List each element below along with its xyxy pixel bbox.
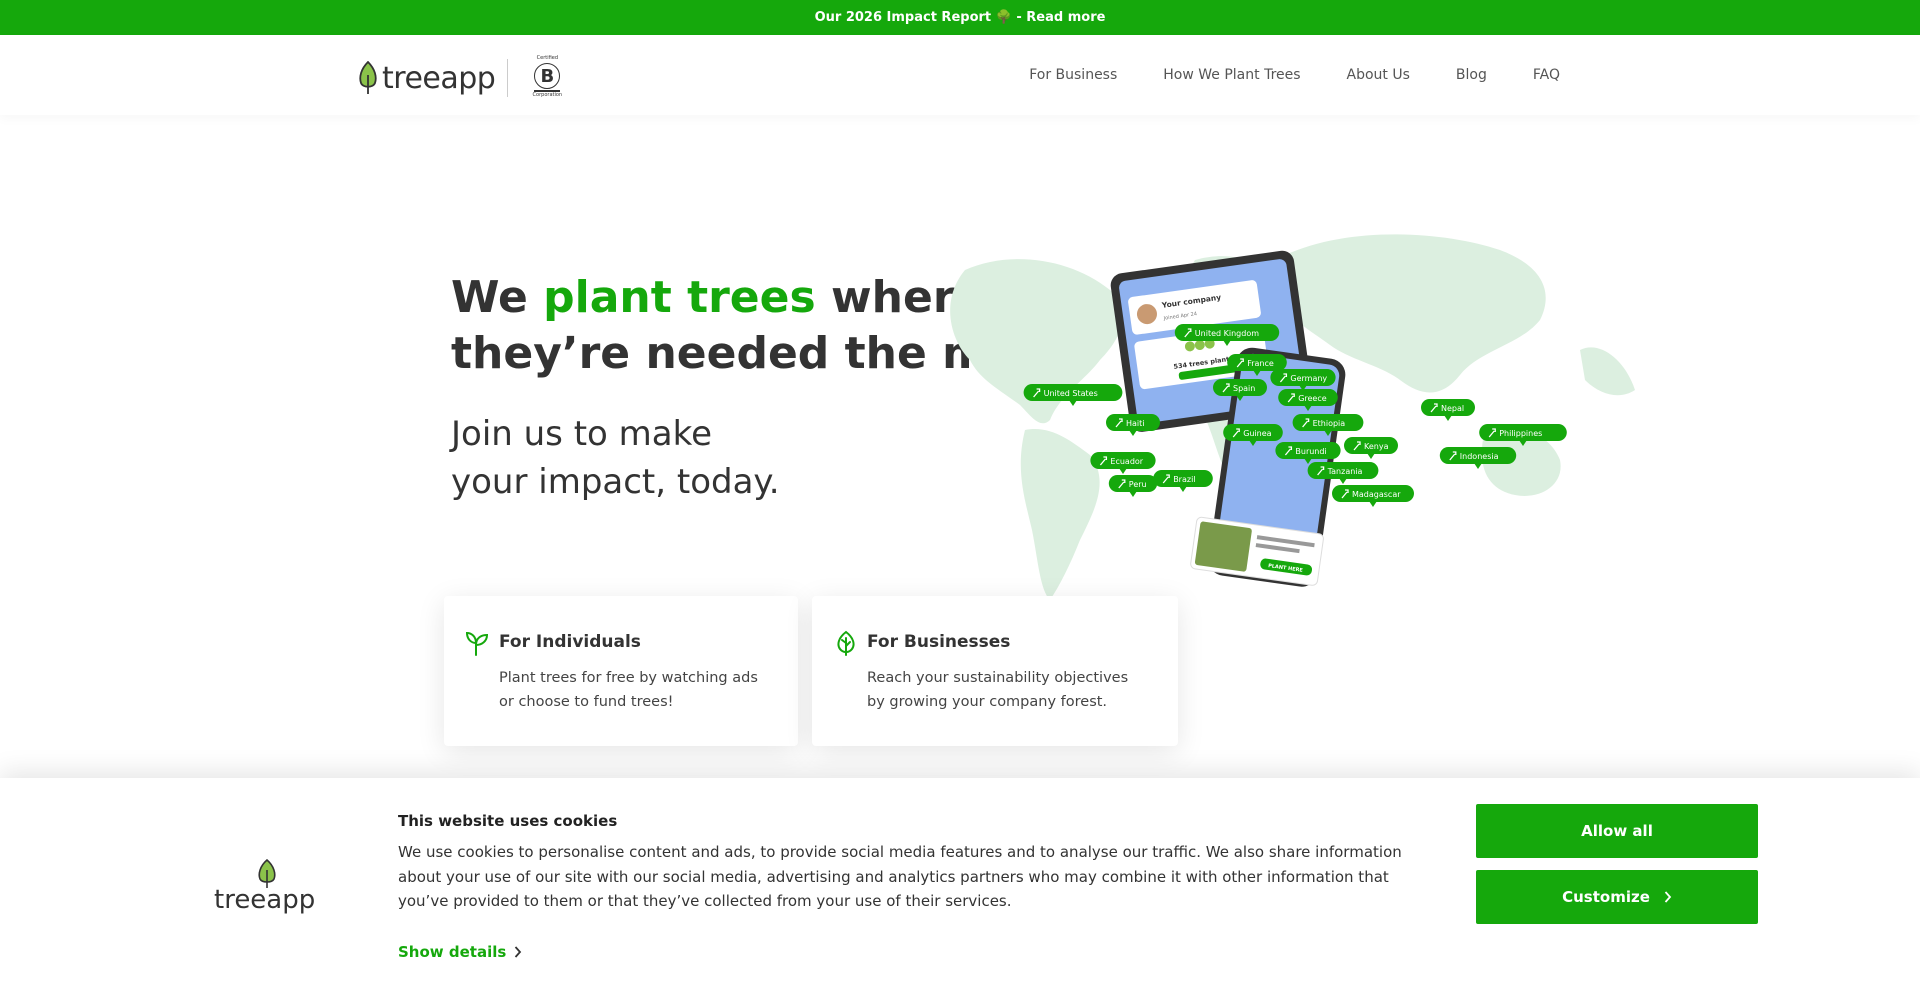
allow-all-button[interactable]: Allow all: [1476, 804, 1758, 858]
country-pin: Haiti: [1106, 414, 1160, 436]
main-nav: For Business How We Plant Trees About Us…: [1029, 67, 1560, 83]
show-details-label: Show details: [398, 943, 507, 961]
country-pin-label: Ecuador: [1110, 457, 1143, 466]
country-pin: Brazil: [1153, 470, 1213, 492]
bcorp-certified-text: Certified: [536, 55, 559, 61]
cookie-title: This website uses cookies: [398, 812, 618, 830]
country-pin-label: Tanzania: [1327, 467, 1363, 476]
bcorp-b-letter: B: [534, 63, 561, 89]
bcorp-corporation-text: Corporation: [532, 91, 563, 98]
businesses-desc-line-1: Reach your sustainability objectives: [867, 670, 1129, 686]
businesses-desc-line-2: by growing your company forest.: [867, 694, 1108, 710]
nav-faq[interactable]: FAQ: [1533, 67, 1560, 83]
country-pin-label: Ethiopia: [1313, 419, 1346, 428]
nav-for-business[interactable]: For Business: [1029, 67, 1117, 83]
country-pin-label: Spain: [1233, 384, 1255, 393]
country-pin-label: Kenya: [1364, 442, 1389, 451]
for-individuals-card[interactable]: For Individuals Plant trees for free by …: [444, 596, 798, 746]
country-pin-label: Madagascar: [1352, 490, 1401, 499]
site-header: treeapp Certified B Corporation For Busi…: [0, 35, 1920, 115]
country-pin: Peru: [1108, 475, 1158, 497]
country-pin-label: United Kingdom: [1195, 329, 1259, 338]
businesses-description: Reach your sustainability objectives by …: [867, 666, 1128, 714]
country-pin-label: Philippines: [1499, 429, 1542, 438]
cookie-banner: treeapp This website uses cookies We use…: [0, 778, 1920, 993]
hero-subheadline: Join us to make your impact, today.: [451, 410, 780, 506]
for-businesses-card[interactable]: For Businesses Reach your sustainability…: [812, 596, 1178, 746]
logo-wordmark: treeapp: [382, 60, 496, 96]
country-pin: Nepal: [1421, 399, 1475, 421]
nav-blog[interactable]: Blog: [1456, 67, 1487, 83]
subheadline-line-2: your impact, today.: [451, 462, 780, 502]
headline-part-1: We: [451, 272, 544, 323]
logo-divider: [507, 59, 509, 97]
chevron-right-icon: [515, 946, 522, 958]
tree-leaf-icon: [359, 61, 377, 94]
country-pin-label: Haiti: [1126, 419, 1145, 428]
cookie-logo-text: treeapp: [214, 885, 315, 914]
individuals-title: For Individuals: [499, 632, 641, 652]
treeapp-logo[interactable]: treeapp Certified B Corporation: [358, 55, 562, 101]
headline-highlight: plant trees: [543, 272, 816, 323]
individuals-desc-line-1: Plant trees for free by watching ads: [499, 670, 758, 686]
country-pin: Madagascar: [1332, 485, 1414, 507]
individuals-description: Plant trees for free by watching ads or …: [499, 666, 758, 714]
cookie-banner-logo: treeapp: [214, 858, 315, 914]
b-corp-badge: Certified B Corporation: [532, 55, 563, 101]
businesses-title: For Businesses: [867, 632, 1011, 652]
world-map-illustration: Your company Joined Apr 24 534 trees pla…: [950, 234, 1635, 600]
allow-all-label: Allow all: [1581, 822, 1653, 840]
cookie-description: We use cookies to personalise content an…: [398, 843, 1402, 910]
show-details-link[interactable]: Show details: [398, 943, 522, 961]
country-pin-label: Indonesia: [1460, 452, 1499, 461]
country-pin-label: Peru: [1129, 480, 1147, 489]
subheadline-line-1: Join us to make: [451, 414, 712, 454]
country-pin-label: United States: [1044, 389, 1098, 398]
country-pin-label: Germany: [1290, 374, 1327, 383]
country-pin-label: Nepal: [1441, 404, 1464, 413]
country-pin-label: France: [1247, 359, 1274, 368]
individuals-desc-line-2: or choose to fund trees!: [499, 694, 674, 710]
nav-about-us[interactable]: About Us: [1347, 67, 1410, 83]
chevron-right-icon: [1664, 891, 1672, 903]
nav-how-we-plant-trees[interactable]: How We Plant Trees: [1163, 67, 1300, 83]
announcement-bar: Our 2026 Impact Report 🌳 - Read more: [0, 0, 1920, 35]
country-pin: Ecuador: [1090, 452, 1156, 474]
country-pin-label: Greece: [1298, 394, 1327, 403]
leaf-icon: [837, 630, 855, 656]
impact-report-link[interactable]: Our 2026 Impact Report 🌳 - Read more: [815, 10, 1106, 25]
customize-label: Customize: [1562, 888, 1650, 906]
sprout-icon: [466, 631, 489, 656]
customize-button[interactable]: Customize: [1476, 870, 1758, 924]
country-pin: Kenya: [1344, 437, 1398, 459]
country-pin-label: Brazil: [1173, 475, 1195, 484]
country-pin-label: Guinea: [1243, 429, 1271, 438]
country-pin-label: Burundi: [1295, 447, 1326, 456]
